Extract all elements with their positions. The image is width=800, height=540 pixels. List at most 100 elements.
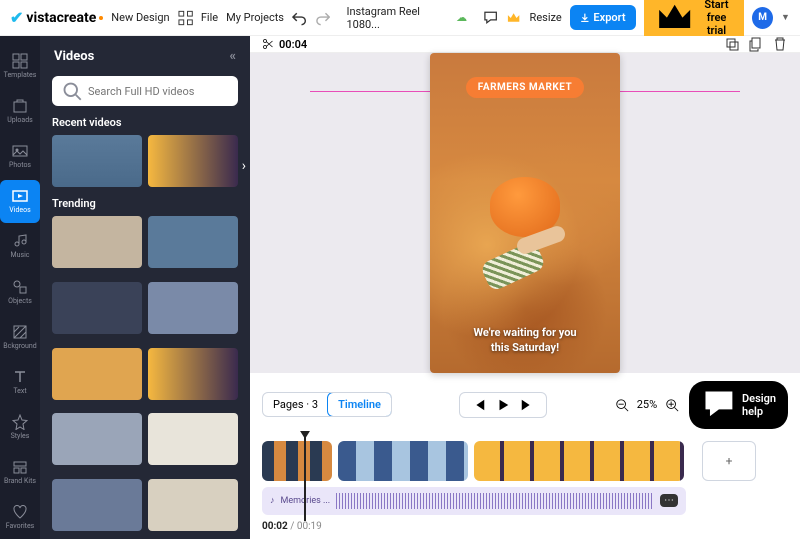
play-icon[interactable] bbox=[496, 398, 510, 412]
canvas-stage[interactable]: FARMERS MARKET We're waiting for you thi… bbox=[250, 53, 800, 373]
trending-grid bbox=[40, 216, 250, 539]
objects-icon bbox=[12, 279, 28, 295]
sidebar-item-music[interactable]: Music bbox=[0, 225, 40, 268]
file-menu[interactable]: File bbox=[201, 11, 218, 24]
chevron-down-icon[interactable]: ▼ bbox=[781, 12, 790, 23]
undo-icon[interactable] bbox=[292, 10, 307, 26]
user-avatar[interactable]: M bbox=[752, 7, 773, 29]
tab-pages[interactable]: Pages · 3 bbox=[263, 393, 328, 416]
sidebar-item-objects[interactable]: Objects bbox=[0, 270, 40, 313]
text-icon bbox=[12, 369, 28, 385]
waveform bbox=[336, 493, 654, 509]
comment-icon[interactable] bbox=[483, 10, 498, 26]
logo-mark-icon: ✔ bbox=[10, 8, 23, 27]
my-projects-link[interactable]: My Projects bbox=[226, 11, 284, 24]
doc-title-text: Instagram Reel 1080... bbox=[346, 5, 450, 31]
sidebar-item-uploads[interactable]: Uploads bbox=[0, 89, 40, 132]
design-help-button[interactable]: Design help bbox=[689, 381, 788, 429]
video-thumb[interactable] bbox=[52, 216, 142, 268]
trial-label: Start free trial bbox=[699, 0, 734, 37]
video-thumb[interactable] bbox=[148, 479, 238, 531]
sidebar-label: Photos bbox=[9, 161, 31, 169]
artboard-badge: FARMERS MARKET bbox=[466, 77, 584, 98]
export-button[interactable]: Export bbox=[570, 5, 636, 30]
video-thumb[interactable] bbox=[52, 348, 142, 400]
sidebar-item-templates[interactable]: Templates bbox=[0, 44, 40, 87]
logo-dot-icon bbox=[99, 16, 103, 20]
sidebar-item-styles[interactable]: Styles bbox=[0, 406, 40, 449]
caption-line: We're waiting for you bbox=[473, 326, 576, 340]
videos-panel: Videos « Recent videos › Trending bbox=[40, 36, 250, 539]
sidebar-label: Uploads bbox=[7, 116, 33, 124]
zoom-controls: 25% bbox=[615, 398, 679, 412]
artboard-caption: We're waiting for you this Saturday! bbox=[473, 326, 576, 355]
search-icon bbox=[62, 76, 82, 106]
recent-heading: Recent videos bbox=[40, 116, 250, 135]
timeline-clip[interactable] bbox=[474, 441, 684, 481]
tab-timeline[interactable]: Timeline bbox=[327, 392, 392, 417]
chevron-right-icon[interactable]: › bbox=[242, 158, 246, 174]
brand-icon bbox=[12, 459, 28, 475]
sidebar-item-brand-kits[interactable]: Brand Kits bbox=[0, 451, 40, 494]
document-title[interactable]: Instagram Reel 1080... ☁ bbox=[346, 5, 467, 31]
video-thumb[interactable] bbox=[52, 135, 142, 187]
sidebar-item-photos[interactable]: Photos bbox=[0, 134, 40, 177]
scissors-icon bbox=[262, 38, 274, 50]
playhead[interactable] bbox=[304, 435, 306, 521]
caption-line: this Saturday! bbox=[473, 341, 576, 355]
timeline-clips: + bbox=[262, 441, 788, 481]
timeline-time: 00:02 / 00:19 bbox=[262, 521, 788, 532]
redo-icon[interactable] bbox=[315, 10, 330, 26]
uploads-icon bbox=[12, 98, 28, 114]
timeline-clip[interactable] bbox=[338, 441, 468, 481]
video-thumb[interactable] bbox=[52, 479, 142, 531]
trash-icon[interactable] bbox=[772, 36, 788, 52]
sidebar-label: Objects bbox=[8, 297, 32, 305]
search-field[interactable] bbox=[88, 85, 228, 98]
new-design-link[interactable]: New Design bbox=[111, 11, 169, 24]
sidebar-item-videos[interactable]: Videos bbox=[0, 180, 40, 223]
collapse-icon[interactable]: « bbox=[230, 49, 237, 64]
video-thumb[interactable] bbox=[52, 282, 142, 334]
zoom-level[interactable]: 25% bbox=[637, 398, 657, 411]
export-label: Export bbox=[593, 11, 625, 24]
resize-link[interactable]: Resize bbox=[530, 11, 562, 24]
videos-icon bbox=[12, 188, 28, 204]
sidebar-item-text[interactable]: Text bbox=[0, 360, 40, 403]
canvas-area: 00:04 FARMERS MARKET We're waiting for y… bbox=[250, 36, 800, 539]
sidebar-label: Favorites bbox=[6, 522, 35, 530]
video-thumb[interactable] bbox=[148, 413, 238, 465]
sidebar-label: Text bbox=[13, 387, 26, 395]
sidebar-item-background[interactable]: Bckground bbox=[0, 315, 40, 358]
artboard[interactable]: FARMERS MARKET We're waiting for you thi… bbox=[430, 53, 620, 373]
top-header: ✔ vistacreate New Design File My Project… bbox=[0, 0, 800, 36]
sidebar-label: Brand Kits bbox=[4, 477, 36, 485]
styles-icon bbox=[12, 414, 28, 430]
audio-more-button[interactable]: ⋯ bbox=[660, 494, 678, 507]
prev-icon[interactable] bbox=[472, 398, 486, 412]
add-clip-button[interactable]: + bbox=[702, 441, 756, 481]
next-icon[interactable] bbox=[520, 398, 534, 412]
crown-icon[interactable] bbox=[506, 10, 521, 26]
playback-controls bbox=[459, 392, 547, 418]
search-input[interactable] bbox=[52, 76, 238, 106]
zoom-in-icon[interactable] bbox=[665, 398, 679, 412]
video-thumb[interactable] bbox=[148, 282, 238, 334]
design-help-label: Design help bbox=[742, 392, 776, 418]
copy-icon[interactable] bbox=[748, 36, 764, 52]
cloud-saved-icon: ☁ bbox=[456, 11, 467, 24]
video-thumb[interactable] bbox=[148, 348, 238, 400]
video-thumb[interactable] bbox=[52, 413, 142, 465]
sidebar-item-favorites[interactable]: Favorites bbox=[0, 496, 40, 539]
crown-small-icon bbox=[654, 0, 695, 38]
zoom-out-icon[interactable] bbox=[615, 398, 629, 412]
clip-time: 00:04 bbox=[262, 38, 307, 51]
app-logo[interactable]: ✔ vistacreate bbox=[10, 8, 103, 27]
timeline-clip[interactable] bbox=[262, 441, 332, 481]
audio-track[interactable]: ♪ Memories ... ⋯ bbox=[262, 487, 686, 515]
music-icon bbox=[12, 233, 28, 249]
video-thumb[interactable] bbox=[148, 135, 238, 187]
video-thumb[interactable] bbox=[148, 216, 238, 268]
sidebar-label: Videos bbox=[9, 206, 30, 214]
duplicate-icon[interactable] bbox=[724, 36, 740, 52]
